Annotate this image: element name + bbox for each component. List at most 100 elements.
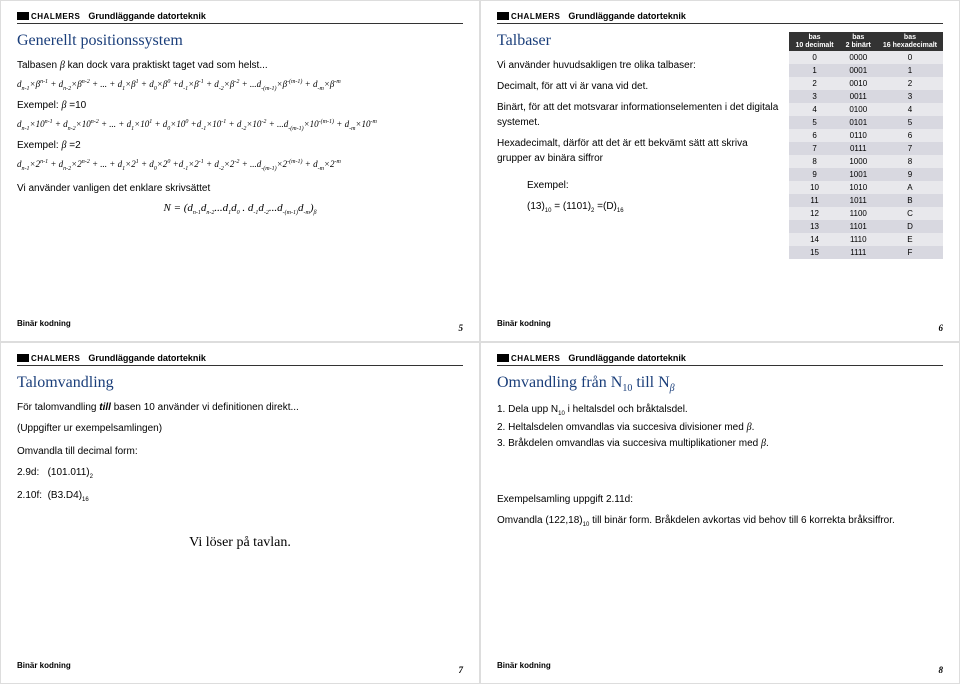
table-cell: 13 <box>789 220 839 233</box>
center-text: Vi löser på tavlan. <box>17 535 463 551</box>
logo-text: CHALMERS <box>511 12 560 21</box>
table-cell: 10 <box>789 181 839 194</box>
slide-title: Generellt positionssystem <box>17 32 463 50</box>
table-row: 151111F <box>789 246 943 259</box>
example-2-label: Exempel: β =2 <box>17 138 463 153</box>
table-cell: 5 <box>789 116 839 129</box>
table-cell: 1000 <box>840 155 877 168</box>
intro-text: Talbasen β kan dock vara praktiskt taget… <box>17 58 463 73</box>
table-row: 701117 <box>789 142 943 155</box>
table-cell: 4 <box>877 103 943 116</box>
table-row: 121100C <box>789 207 943 220</box>
p2: Decimalt, för att vi är vana vid det. <box>497 79 779 94</box>
table-cell: 1001 <box>840 168 877 181</box>
table-cell: 14 <box>789 233 839 246</box>
table-cell: 12 <box>789 207 839 220</box>
page-number: 5 <box>459 323 464 333</box>
table-cell: E <box>877 233 943 246</box>
table-cell: 0101 <box>840 116 877 129</box>
slide-6: CHALMERS Grundläggande datorteknik Talba… <box>480 0 960 342</box>
table-cell: 6 <box>789 129 839 142</box>
slide-content: Omvandling från N10 till Nβ 1. Dela upp … <box>497 374 943 657</box>
slide-7: CHALMERS Grundläggande datorteknik Talom… <box>0 342 480 684</box>
table-row: 910019 <box>789 168 943 181</box>
table-cell: 0100 <box>840 103 877 116</box>
table-row: 141110E <box>789 233 943 246</box>
table-cell: 3 <box>789 90 839 103</box>
table-row: 111011B <box>789 194 943 207</box>
right-column: bas10 decimaltbas2 binärtbas16 hexadecim… <box>789 32 943 315</box>
slide-footer: Binär kodning 7 <box>17 657 463 679</box>
table-cell: 15 <box>789 246 839 259</box>
footer-label: Binär kodning <box>17 661 71 679</box>
slide-5: CHALMERS Grundläggande datorteknik Gener… <box>0 0 480 342</box>
slide-content: Generellt positionssystem Talbasen β kan… <box>17 32 463 315</box>
table-cell: 8 <box>789 155 839 168</box>
slide-header: CHALMERS Grundläggande datorteknik <box>497 11 943 24</box>
table-cell: 1010 <box>840 181 877 194</box>
header-title: Grundläggande datorteknik <box>568 353 686 363</box>
p1: Vi använder huvudsakligen tre olika talb… <box>497 58 779 73</box>
page-number: 8 <box>939 665 944 675</box>
table-cell: 1 <box>877 64 943 77</box>
logo-icon <box>17 354 29 362</box>
table-cell: 1011 <box>840 194 877 207</box>
logo-text: CHALMERS <box>31 12 80 21</box>
header-title: Grundläggande datorteknik <box>88 353 206 363</box>
slide-title: Talomvandling <box>17 374 463 392</box>
logo-icon <box>497 12 509 20</box>
table-row: 601106 <box>789 129 943 142</box>
p1: För talomvandling till basen 10 använder… <box>17 400 463 415</box>
page-number: 7 <box>459 665 464 675</box>
steps: 1. Dela upp N10 i heltalsdel och bråktal… <box>497 402 943 452</box>
page-number: 6 <box>939 323 944 333</box>
slide-footer: Binär kodning 8 <box>497 657 943 679</box>
table-cell: B <box>877 194 943 207</box>
p5: 2.10f: (B3.D4)16 <box>17 488 463 505</box>
table-cell: 1111 <box>840 246 877 259</box>
p2: Omvandla (122,18)10 till binär form. Brå… <box>497 513 943 530</box>
bases-table: bas10 decimaltbas2 binärtbas16 hexadecim… <box>789 32 943 259</box>
step3: 3. Bråkdelen omvandlas via succesiva mul… <box>497 436 943 452</box>
table-cell: 8 <box>877 155 943 168</box>
table-row: 300113 <box>789 90 943 103</box>
p2: (Uppgifter ur exempelsamlingen) <box>17 421 463 436</box>
p1: Exempelsamling uppgift 2.11d: <box>497 492 943 507</box>
p4: 2.9d: (101.011)2 <box>17 465 463 482</box>
table-cell: 0 <box>789 51 839 64</box>
slide-header: CHALMERS Grundläggande datorteknik <box>17 11 463 24</box>
table-header: bas2 binärt <box>840 32 877 51</box>
table-cell: 4 <box>789 103 839 116</box>
table-cell: 0001 <box>840 64 877 77</box>
left-column: Talbaser Vi använder huvudsakligen tre o… <box>497 32 779 315</box>
example-1-label: Exempel: β =10 <box>17 98 463 113</box>
header-title: Grundläggande datorteknik <box>88 11 206 21</box>
table-cell: 3 <box>877 90 943 103</box>
table-cell: 9 <box>877 168 943 181</box>
slide-footer: Binär kodning 5 <box>17 315 463 337</box>
table-cell: 6 <box>877 129 943 142</box>
table-cell: 11 <box>789 194 839 207</box>
slide-8: CHALMERS Grundläggande datorteknik Omvan… <box>480 342 960 684</box>
formula-base10: dn-1×10n-1 + dn-2×10n-2 + ... + d1×101 +… <box>17 119 463 132</box>
table-row: 401004 <box>789 103 943 116</box>
example-formula: (13)10 = (1101)2 =(D)16 <box>527 199 779 216</box>
table-cell: 2 <box>789 77 839 90</box>
table-cell: 0011 <box>840 90 877 103</box>
p4: Hexadecimalt, därför att det är ett bekv… <box>497 136 779 166</box>
header-title: Grundläggande datorteknik <box>568 11 686 21</box>
logo-icon <box>17 12 29 20</box>
table-row: 200102 <box>789 77 943 90</box>
table-row: 000000 <box>789 51 943 64</box>
table-cell: 1110 <box>840 233 877 246</box>
table-row: 501015 <box>789 116 943 129</box>
chalmers-logo: CHALMERS <box>17 354 80 363</box>
table-header: bas10 decimalt <box>789 32 839 51</box>
table-cell: 0111 <box>840 142 877 155</box>
table-cell: 5 <box>877 116 943 129</box>
p3: Omvandla till decimal form: <box>17 444 463 459</box>
slide-content: Talomvandling För talomvandling till bas… <box>17 374 463 657</box>
chalmers-logo: CHALMERS <box>17 12 80 21</box>
table-cell: 7 <box>877 142 943 155</box>
slide-content: Talbaser Vi använder huvudsakligen tre o… <box>497 32 943 315</box>
